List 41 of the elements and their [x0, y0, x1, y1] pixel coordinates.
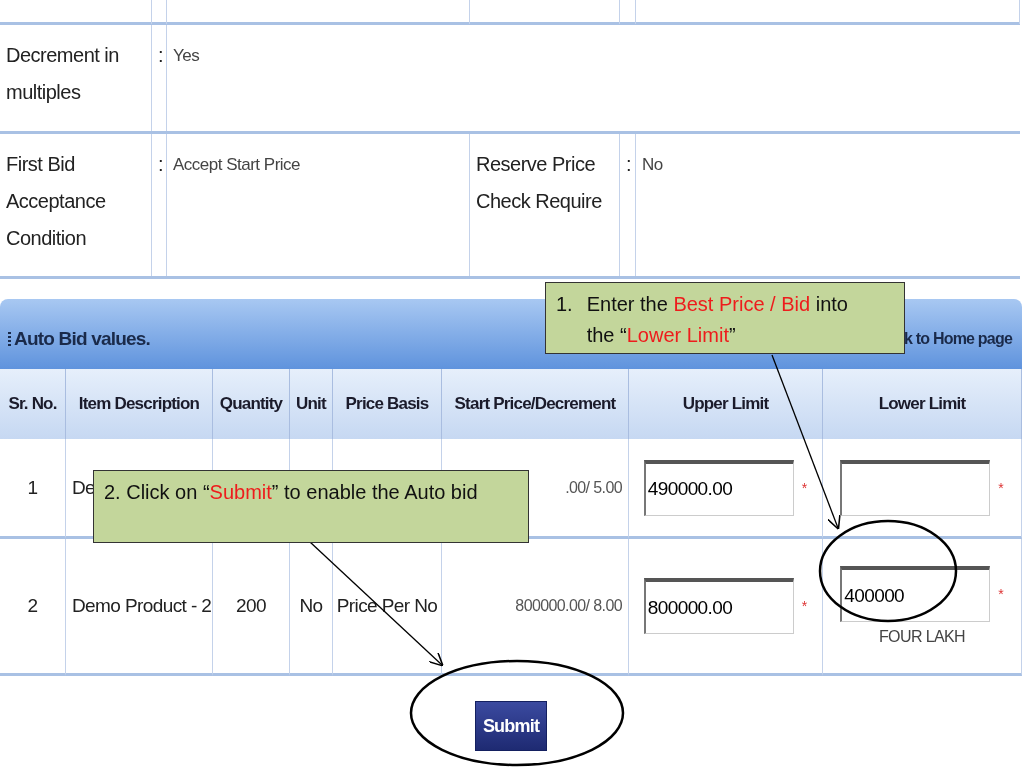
required-mark: *	[801, 479, 808, 496]
table-cell: 2	[27, 595, 38, 617]
table-cell: No	[299, 595, 323, 617]
input-field[interactable]	[840, 459, 991, 516]
table-cell: 200	[236, 595, 266, 617]
column-header: Start Price/Decrement	[442, 369, 629, 439]
column-header: Unit	[290, 369, 333, 439]
field-label: First Bid Acceptance Condition	[6, 153, 106, 249]
separator: :	[158, 153, 164, 175]
required-mark: *	[998, 586, 1004, 602]
table-cell: 1	[27, 476, 38, 499]
field-value: Yes	[173, 46, 200, 65]
separator: :	[626, 153, 632, 175]
required-mark: *	[998, 479, 1004, 496]
field-value: Accept Start Price	[173, 155, 301, 174]
column-header: Upper Limit	[629, 369, 823, 439]
input-field[interactable]: 800000.00	[643, 578, 794, 634]
amount-in-words: FOUR LAKH	[878, 628, 966, 646]
column-header: Lower Limit	[823, 369, 1022, 439]
column-header: Quantity	[213, 369, 290, 439]
field-label: Decrement in multiples	[6, 44, 119, 103]
input-field[interactable]: 400000	[840, 566, 991, 622]
column-header: Sr. No.	[0, 369, 66, 439]
input-field[interactable]: 490000.00	[643, 459, 794, 516]
grip-icon	[8, 331, 11, 347]
table-cell: Price Per No	[336, 595, 438, 617]
field-label: Reserve Price Check Require	[476, 153, 602, 212]
column-header: Price Basis	[333, 369, 442, 439]
column-header: Item Description	[66, 369, 213, 439]
separator: :	[158, 44, 164, 66]
table-cell: Demo Product - 2	[72, 595, 212, 617]
field-value: No	[642, 155, 663, 174]
table-cell: .00/ 5.00	[565, 478, 622, 497]
required-mark: *	[801, 598, 808, 614]
home-link[interactable]: k to Home page	[904, 330, 1012, 348]
callout-text: Enter the Best Price / Bid into the “Lower Limit”	[586, 292, 849, 347]
list-number: 1.	[556, 292, 573, 317]
section-title: Auto Bid values.	[14, 328, 151, 350]
callout-text: 2. Click on “Submit” to enable the Auto bid	[104, 480, 479, 505]
table-cell: 800000.00/ 8.00	[515, 597, 622, 615]
submit-button[interactable]: Submit	[475, 701, 547, 751]
